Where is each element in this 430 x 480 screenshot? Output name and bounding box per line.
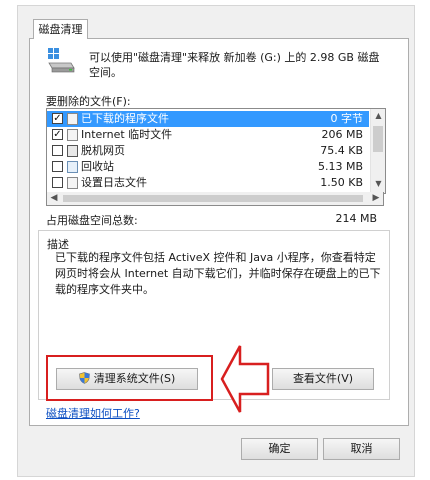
list-item-name: Internet 临时文件 bbox=[81, 128, 173, 141]
list-item-name: 设置日志文件 bbox=[81, 176, 147, 189]
scroll-left-icon[interactable]: ◀ bbox=[47, 192, 61, 205]
scroll-up-icon[interactable]: ▲ bbox=[371, 109, 385, 123]
scroll-right-icon[interactable]: ▶ bbox=[369, 192, 383, 205]
checkbox[interactable]: ✓ bbox=[52, 113, 63, 124]
list-item-name: 已下载的程序文件 bbox=[81, 112, 169, 125]
scroll-thumb[interactable] bbox=[63, 195, 363, 202]
scroll-down-icon[interactable]: ▼ bbox=[371, 177, 385, 191]
cancel-button[interactable]: 取消 bbox=[323, 438, 400, 460]
vertical-scrollbar[interactable]: ▲ ▼ bbox=[370, 109, 385, 193]
tab-disk-cleanup[interactable]: 磁盘清理 bbox=[33, 19, 88, 39]
list-item-size: 206 MB bbox=[321, 128, 363, 141]
description-text: 已下载的程序文件包括 ActiveX 控件和 Java 小程序，你查看特定网页时… bbox=[55, 251, 381, 296]
intro-text: 可以使用"磁盘清理"来释放 新加卷 (G:) 上的 2.98 GB 磁盘空间。 bbox=[89, 51, 380, 79]
list-item-size: 0 字节 bbox=[330, 112, 364, 125]
pointer-arrow-icon bbox=[220, 345, 270, 413]
files-to-delete-label: 要删除的文件(F): bbox=[46, 95, 131, 108]
total-space-label: 占用磁盘空间总数: bbox=[46, 214, 138, 227]
horizontal-scrollbar[interactable]: ◀ ▶ bbox=[46, 192, 384, 206]
list-item-size: 75.4 KB bbox=[320, 144, 363, 157]
list-item[interactable]: ✓ Internet 临时文件 206 MB bbox=[47, 127, 369, 143]
recycle-bin-icon bbox=[67, 161, 78, 173]
offline-page-icon bbox=[67, 145, 78, 157]
list-item-name: 回收站 bbox=[81, 160, 114, 173]
help-link[interactable]: 磁盘清理如何工作? bbox=[46, 405, 140, 421]
files-to-delete-list[interactable]: ✓ 已下载的程序文件 0 字节 ✓ Internet 临时文件 206 MB 脱… bbox=[46, 108, 386, 194]
checkbox[interactable] bbox=[52, 145, 63, 156]
view-files-button[interactable]: 查看文件(V) bbox=[272, 368, 374, 390]
list-item-name: 脱机网页 bbox=[81, 144, 125, 157]
list-item-size: 5.13 MB bbox=[317, 160, 363, 173]
list-item[interactable]: ✓ 已下载的程序文件 0 字节 bbox=[47, 111, 369, 127]
internet-file-icon bbox=[67, 129, 78, 141]
checkbox[interactable]: ✓ bbox=[52, 129, 63, 140]
disk-cleanup-icon bbox=[48, 48, 75, 73]
total-space-value: 214 MB bbox=[335, 212, 377, 225]
ok-button[interactable]: 确定 bbox=[241, 438, 318, 460]
log-file-icon bbox=[67, 177, 78, 189]
list-item[interactable]: 脱机网页 75.4 KB bbox=[47, 143, 369, 159]
list-item[interactable]: 设置日志文件 1.50 KB bbox=[47, 175, 369, 191]
list-item-size: 1.50 KB bbox=[320, 176, 363, 189]
checkbox[interactable] bbox=[52, 177, 63, 188]
list-item[interactable]: 回收站 5.13 MB bbox=[47, 159, 369, 175]
scroll-thumb[interactable] bbox=[373, 126, 383, 152]
highlight-box bbox=[46, 355, 213, 401]
file-icon bbox=[67, 113, 78, 125]
checkbox[interactable] bbox=[52, 161, 63, 172]
